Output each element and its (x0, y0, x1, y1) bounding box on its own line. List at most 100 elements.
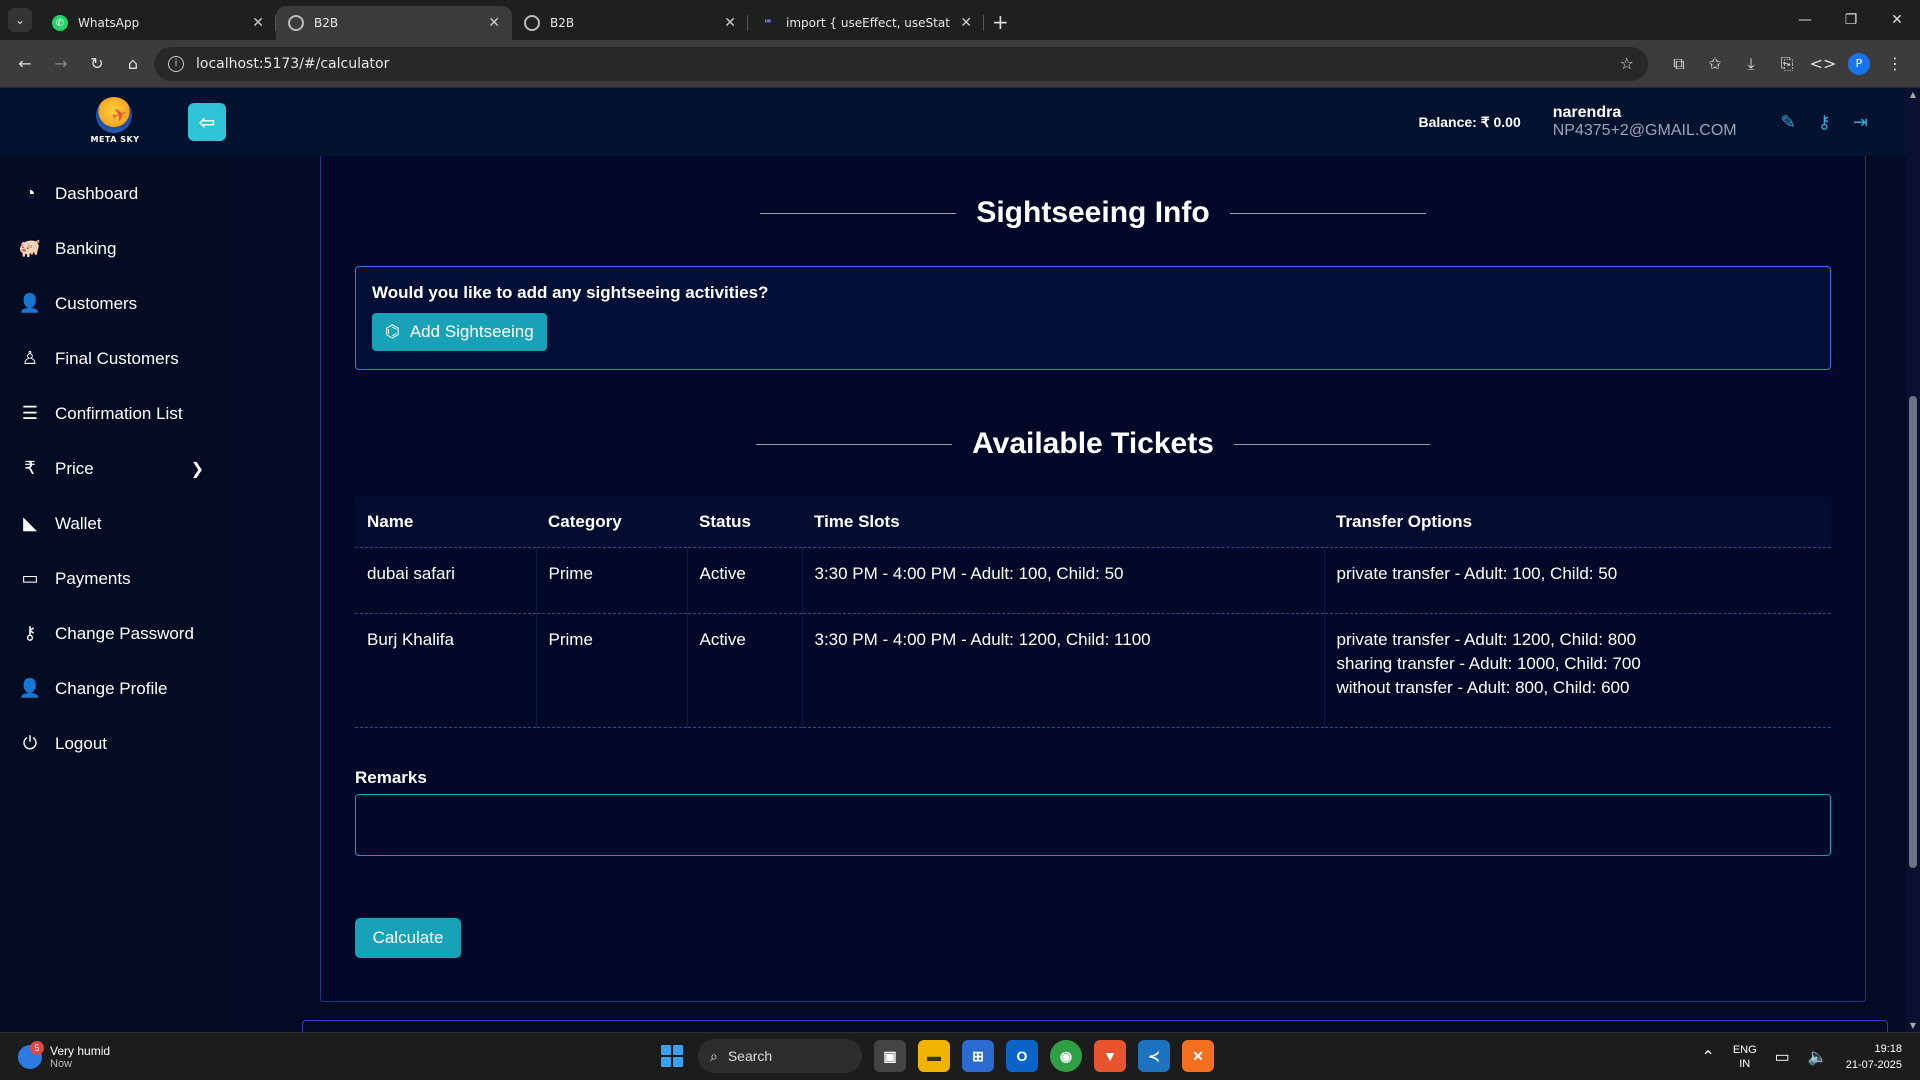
add-sightseeing-button[interactable]: ⌬ Add Sightseeing (372, 313, 547, 351)
weather-sub: Now (50, 1057, 73, 1070)
task-view-icon[interactable]: ▣ (874, 1040, 906, 1072)
ticket-transfers: private transfer - Adult: 100, Child: 50 (1324, 547, 1831, 614)
list-icon: ☰ (21, 403, 39, 423)
url-field[interactable]: i localhost:5173/#/calculator ☆ (154, 46, 1648, 81)
taskbar-apps: ⌕ Search ▣ ▬ ⊞ O ◉ ▼ ≺ ✕ (658, 1039, 1214, 1073)
bookmark-star-icon[interactable]: ☆ (1620, 54, 1634, 73)
home-icon[interactable]: ⌂ (118, 49, 148, 79)
close-icon[interactable]: ✕ (252, 15, 264, 31)
store-icon[interactable]: ⊞ (962, 1040, 994, 1072)
windows-start-icon[interactable] (658, 1042, 686, 1070)
sidebar-item-label: Banking (55, 238, 117, 258)
wallet-icon: ◣ (23, 513, 37, 533)
sidebar-item-label: Change Password (55, 623, 194, 643)
address-bar: ← → ↻ ⌂ i localhost:5173/#/calculator ☆ … (0, 40, 1920, 88)
sightseeing-box: Would you like to add any sightseeing ac… (355, 266, 1831, 370)
transfer-option: sharing transfer - Adult: 1000, Child: 7… (1336, 653, 1641, 673)
new-tab-icon[interactable]: + (992, 10, 1009, 34)
balance-display: Balance: ₹ 0.00 (1418, 113, 1521, 130)
arrow-left-icon: ⇦ (198, 110, 216, 134)
tab-b2b[interactable]: B2B ✕ (512, 6, 748, 40)
reload-icon[interactable]: ↻ (82, 49, 112, 79)
profile-button[interactable]: P (1844, 49, 1874, 79)
sidebar-toggle-button[interactable]: ⇦ (188, 103, 226, 141)
translate-icon[interactable]: ⎘ (1772, 49, 1802, 79)
window-controls: — ❐ ✕ (1782, 0, 1920, 40)
close-window-icon[interactable]: ✕ (1874, 12, 1920, 28)
calculate-button[interactable]: Calculate (355, 918, 461, 958)
sidebar-item-dashboard[interactable]: ◔ Dashboard (0, 166, 230, 221)
weather-widget[interactable]: 5 Very humid Now (18, 1040, 110, 1070)
site-info-icon[interactable]: i (168, 55, 184, 72)
page-scrollbar[interactable]: ▲ ▼ (1906, 88, 1920, 1032)
sidebar-item-wallet[interactable]: ◣ Wallet (0, 496, 230, 551)
avatar: P (1848, 52, 1870, 75)
sidebar-item-label: Confirmation List (55, 403, 183, 423)
logo: ✈ META SKY (82, 91, 146, 153)
tab-whatsapp[interactable]: ✆ WhatsApp ✕ (40, 6, 276, 40)
tab-b2b-active[interactable]: B2B ✕ (276, 6, 512, 40)
outlook-icon[interactable]: O (1006, 1040, 1038, 1072)
ticket-name: Burj Khalifa (355, 613, 537, 728)
sidebar-item-change-profile[interactable]: 👤 Change Profile (0, 661, 230, 716)
credit-card-icon: ▭ (21, 568, 39, 588)
scroll-down-icon[interactable]: ▼ (1908, 1021, 1918, 1030)
ticket-category: Prime (536, 547, 688, 614)
clock[interactable]: 19:18 21-07-2025 (1846, 1041, 1902, 1073)
sidebar-item-final-customers[interactable]: ♙ Final Customers (0, 331, 230, 386)
sidebar-item-price[interactable]: ₹ Price ❯ (0, 441, 230, 496)
chevron-up-icon[interactable]: ⌃ (1701, 1047, 1714, 1067)
divider (756, 443, 953, 445)
browser-tab-bar: ⌄ ✆ WhatsApp ✕ B2B ✕ B2B ✕ ꟹ import { us… (0, 0, 1920, 40)
dashboard-icon: ◔ (24, 183, 36, 203)
sidebar-item-change-password[interactable]: ⚷ Change Password (0, 606, 230, 661)
key-icon[interactable]: ⚷ (1818, 112, 1831, 133)
close-icon[interactable]: ✕ (724, 15, 736, 31)
edit-icon[interactable]: ✎ (1781, 112, 1796, 133)
tab-code[interactable]: ꟹ import { useEffect, useState, us ✕ (748, 6, 984, 40)
sidebar-item-customers[interactable]: 👤 Customers (0, 276, 230, 331)
vscode-icon[interactable]: ≺ (1138, 1040, 1170, 1072)
sidebar-item-label: Change Profile (55, 678, 168, 698)
ticket-transfers: private transfer - Adult: 1200, Child: 8… (1324, 613, 1831, 728)
scroll-up-icon[interactable]: ▲ (1908, 90, 1918, 99)
close-icon[interactable]: ✕ (488, 15, 500, 31)
forward-arrow-icon[interactable]: → (46, 49, 76, 79)
close-icon[interactable]: ✕ (960, 15, 972, 31)
remarks-label: Remarks (355, 768, 427, 787)
sidebar-item-payments[interactable]: ▭ Payments (0, 551, 230, 606)
menu-kebab-icon[interactable]: ⋮ (1880, 49, 1910, 79)
download-icon[interactable]: ⤓ (1736, 49, 1766, 79)
restore-icon[interactable]: ❐ (1828, 12, 1874, 28)
divider (1229, 212, 1426, 214)
calculator-card: Sightseeing Info Would you like to add a… (320, 156, 1866, 1002)
taskbar-search[interactable]: ⌕ Search (698, 1039, 862, 1073)
back-arrow-icon[interactable]: ← (10, 49, 40, 79)
devtools-icon[interactable]: <> (1808, 49, 1838, 79)
transfer-option: private transfer - Adult: 100, Child: 50 (1336, 563, 1618, 583)
favorites-icon[interactable]: ✩ (1700, 49, 1730, 79)
chevron-right-icon: ❯ (190, 460, 204, 478)
sightseeing-section-title: Sightseeing Info (321, 196, 1865, 230)
network-icon[interactable]: ▭ (1775, 1047, 1790, 1067)
sidebar-item-banking[interactable]: 🐖 Banking (0, 221, 230, 276)
xampp-icon[interactable]: ✕ (1182, 1040, 1214, 1072)
tab-search-icon[interactable]: ⌄ (8, 8, 32, 32)
table-header-row: Name Category Status Time Slots Transfer… (355, 497, 1831, 548)
sidebar-item-logout[interactable]: ⏻ Logout (0, 716, 230, 771)
brave-icon[interactable]: ▼ (1094, 1040, 1126, 1072)
scroll-thumb[interactable] (1909, 396, 1917, 868)
chrome-icon[interactable]: ◉ (1050, 1040, 1082, 1072)
logout-icon[interactable]: ⇥ (1853, 112, 1868, 133)
divider (760, 212, 957, 214)
sidebar-item-confirmation-list[interactable]: ☰ Confirmation List (0, 386, 230, 441)
tickets-table: Name Category Status Time Slots Transfer… (355, 497, 1831, 728)
binoculars-icon: ⌬ (385, 322, 400, 341)
file-explorer-icon[interactable]: ▬ (918, 1040, 950, 1072)
volume-icon[interactable]: 🔈 (1808, 1047, 1828, 1067)
language-indicator[interactable]: ENG IN (1733, 1043, 1757, 1071)
remarks-field[interactable] (355, 794, 1831, 856)
extensions-icon[interactable]: ⧉ (1664, 49, 1694, 79)
ticket-status: Active (687, 547, 803, 614)
minimize-icon[interactable]: — (1782, 12, 1828, 28)
